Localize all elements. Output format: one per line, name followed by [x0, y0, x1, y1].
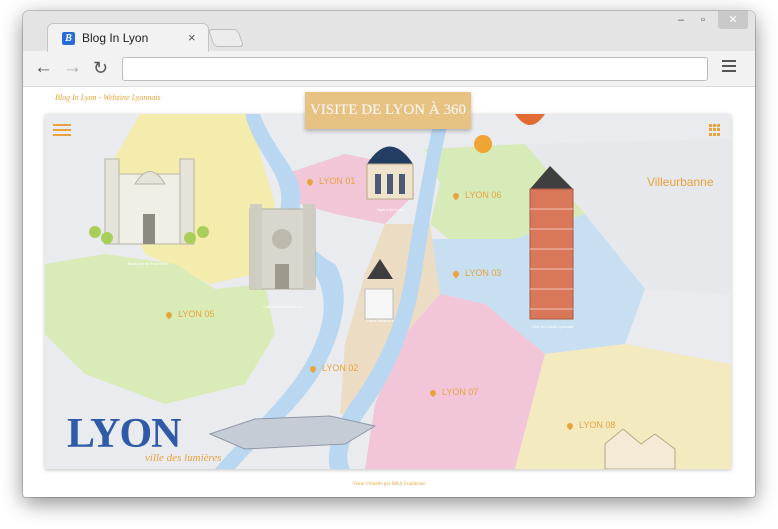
- label-opera[interactable]: Opéra de Lyon: [365, 207, 415, 212]
- forward-arrow-icon[interactable]: →: [63, 57, 82, 79]
- minimize-button[interactable]: –: [672, 11, 690, 29]
- opera-lyon-drawing: [366, 146, 414, 200]
- maximize-button[interactable]: ▫: [694, 11, 712, 29]
- basilique-fourviere-drawing: [89, 158, 209, 245]
- favicon-icon: B: [62, 32, 75, 45]
- hamburger-menu-icon[interactable]: [53, 124, 71, 139]
- visit-360-button[interactable]: VISITE DE LYON À 360: [305, 92, 471, 129]
- browser-window: B Blog In Lyon × – ▫ ✕ ← → ↻ Blog In Lyo…: [23, 11, 755, 497]
- marker-lyon-07[interactable]: LYON 07: [428, 387, 478, 397]
- map-pin-icon: [308, 364, 318, 373]
- title-bar: B Blog In Lyon × – ▫ ✕: [23, 11, 755, 54]
- marker-lyon-01[interactable]: LYON 01: [305, 176, 355, 186]
- browser-menu-icon[interactable]: [722, 60, 736, 75]
- site-brand[interactable]: Blog In Lyon - Webzine Lyonnais: [55, 93, 161, 102]
- label-tour-credit[interactable]: Tour du Crédit Lyonnais: [525, 324, 580, 329]
- monkey-drawing: [474, 135, 492, 153]
- apps-grid-icon[interactable]: [709, 124, 721, 136]
- back-arrow-icon[interactable]: ←: [34, 57, 53, 79]
- browser-toolbar: ← → ↻: [23, 52, 755, 87]
- tab-title: Blog In Lyon: [82, 31, 149, 45]
- tab-close-icon[interactable]: ×: [188, 30, 196, 45]
- marker-lyon-02[interactable]: LYON 02: [308, 363, 358, 373]
- lyon-subtitle: ville des lumières: [145, 452, 222, 464]
- browser-tab[interactable]: B Blog In Lyon ×: [47, 23, 209, 54]
- musee-confluences-drawing: [208, 415, 377, 450]
- cathedrale-saint-jean-drawing: [249, 204, 316, 290]
- tour-credit-lyonnais-drawing: [529, 166, 574, 320]
- villeurbanne-label[interactable]: Villeurbanne: [647, 175, 714, 189]
- label-cathedrale[interactable]: Cathédrale Saint-Jean: [258, 304, 308, 309]
- lyon-map[interactable]: LYON 01 LYON 06 LYON 03 LYON 05 LYON 02 …: [45, 114, 731, 469]
- address-bar[interactable]: [122, 57, 708, 81]
- roof-drawing: [515, 114, 545, 125]
- close-window-button[interactable]: ✕: [718, 11, 748, 29]
- new-tab-button[interactable]: [207, 29, 245, 47]
- marker-lyon-05[interactable]: LYON 05: [164, 309, 214, 319]
- footer-credit[interactable]: Visite Virtuelle par MKS Graphisme: [23, 482, 755, 487]
- map-pin-icon: [428, 388, 438, 397]
- label-basilique[interactable]: Basilique de Fourvière: [125, 261, 170, 266]
- map-pin-icon: [451, 191, 461, 200]
- marker-lyon-03[interactable]: LYON 03: [451, 268, 501, 278]
- web-page: Blog In Lyon - Webzine Lyonnais VISITE D…: [23, 87, 755, 497]
- label-bellecour[interactable]: Place Bellecour: [355, 318, 405, 323]
- lyon-title: LYON: [67, 411, 181, 457]
- marker-lyon-06[interactable]: LYON 06: [451, 190, 501, 200]
- map-pin-icon: [451, 269, 461, 278]
- reload-icon[interactable]: ↻: [93, 58, 108, 79]
- map-pin-icon: [305, 177, 315, 186]
- map-pin-icon: [565, 421, 575, 430]
- marker-lyon-08[interactable]: LYON 08: [565, 420, 615, 430]
- map-pin-icon: [164, 310, 174, 319]
